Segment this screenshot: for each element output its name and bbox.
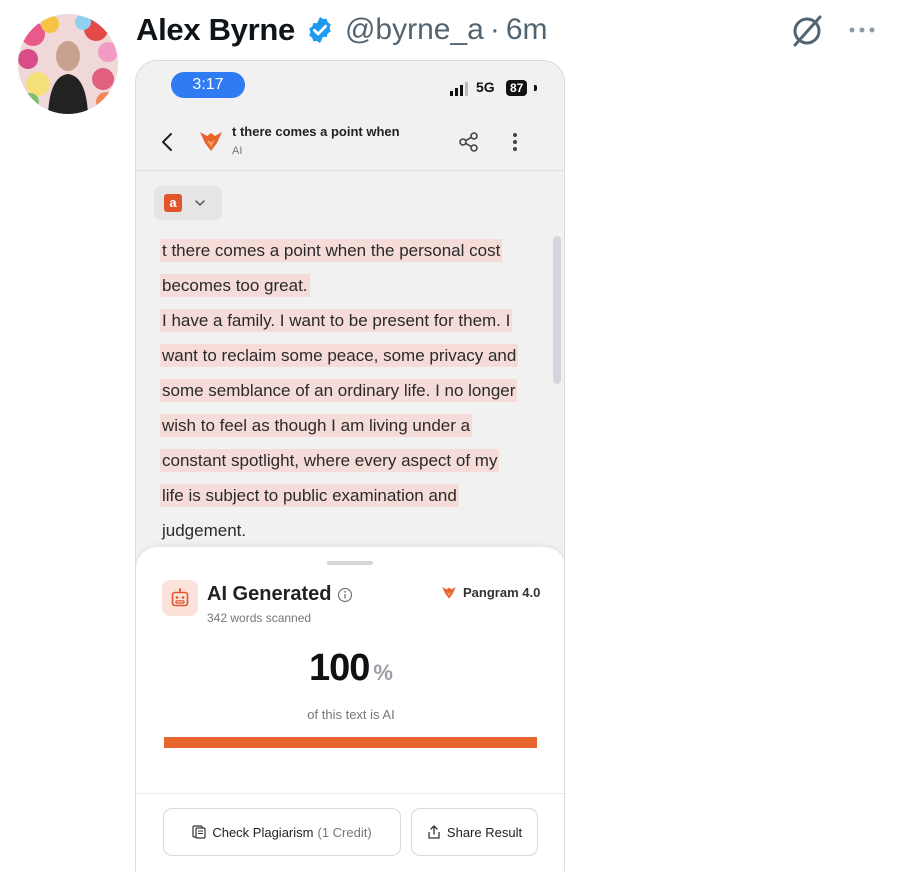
handle[interactable]: @byrne_a [345,13,484,47]
document-title: t there comes a point when [232,124,400,139]
words-scanned: 342 words scanned [207,611,312,625]
text-line: some semblance of an ordinary life. I no… [160,379,518,402]
text-line: wish to feel as though I am living under… [160,414,473,437]
kebab-menu-icon[interactable] [508,131,522,153]
check-plagiarism-label: Check Plagiarism [212,824,314,840]
more-options-icon[interactable] [846,18,878,42]
text-line: judgement. [162,521,247,540]
document-subtitle: AI [232,145,243,157]
timestamp[interactable]: 6m [506,13,548,47]
info-icon[interactable] [337,587,353,603]
attached-screenshot[interactable]: 3:17 5G 87 t there comes a point when AI [135,60,565,872]
result-sheet: AI Generated 342 words scanned Pangram 4… [136,547,564,872]
score-caption: of this text is AI [307,707,395,722]
grok-icon[interactable] [790,14,824,48]
separator-dot: · [489,13,500,46]
status-bar: 3:17 5G 87 [136,61,564,113]
text-line: want to reclaim some peace, some privacy… [160,344,519,367]
text-line: becomes too great. [160,274,310,297]
network-label: 5G [476,79,495,95]
back-icon[interactable] [158,131,178,153]
text-line: I have a family. I want to be present fo… [160,309,513,332]
upload-share-icon [428,825,440,839]
robot-icon [171,588,189,607]
share-result-label: Share Result [446,824,523,840]
language-badge: a [164,194,182,212]
battery-tip [534,85,537,91]
credit-cost: (1 Credit) [317,824,372,840]
sheet-grabber[interactable] [327,561,373,565]
language-selector[interactable]: a [154,186,222,220]
pangram-logo-icon [200,132,222,151]
document-text: t there comes a point when the personal … [160,233,540,548]
ai-progress-bar [164,737,537,748]
text-line: t there comes a point when the personal … [160,239,503,262]
tweet-header: Alex Byrne @byrne_a · 6m [136,10,548,50]
model-brand: Pangram 4.0 [441,585,540,600]
display-name[interactable]: Alex Byrne [136,12,295,48]
score-value: 100 [309,647,370,689]
verified-badge-icon [309,16,331,44]
status-time: 3:17 [171,72,245,98]
text-line: constant spotlight, where every aspect o… [160,449,500,472]
divider [136,793,564,794]
pangram-logo-icon [442,586,456,599]
scrollbar[interactable] [553,236,561,384]
share-icon[interactable] [458,131,480,153]
signal-icon [450,82,468,96]
plagiarism-doc-icon [192,825,206,839]
avatar[interactable] [18,14,118,114]
robot-badge [162,580,198,616]
app-bar: t there comes a point when AI [136,113,564,171]
ai-progress-fill [164,737,537,748]
share-result-button[interactable]: Share Result [411,808,538,856]
chevron-down-icon [195,200,205,206]
result-title: AI Generated [207,583,332,605]
check-plagiarism-button[interactable]: Check Plagiarism (1 Credit) [163,808,401,856]
battery-level: 87 [506,80,528,96]
ai-score: 100% [136,647,564,690]
text-line: life is subject to public examination an… [160,484,459,507]
score-unit: % [373,660,393,685]
model-name: Pangram 4.0 [463,585,541,600]
